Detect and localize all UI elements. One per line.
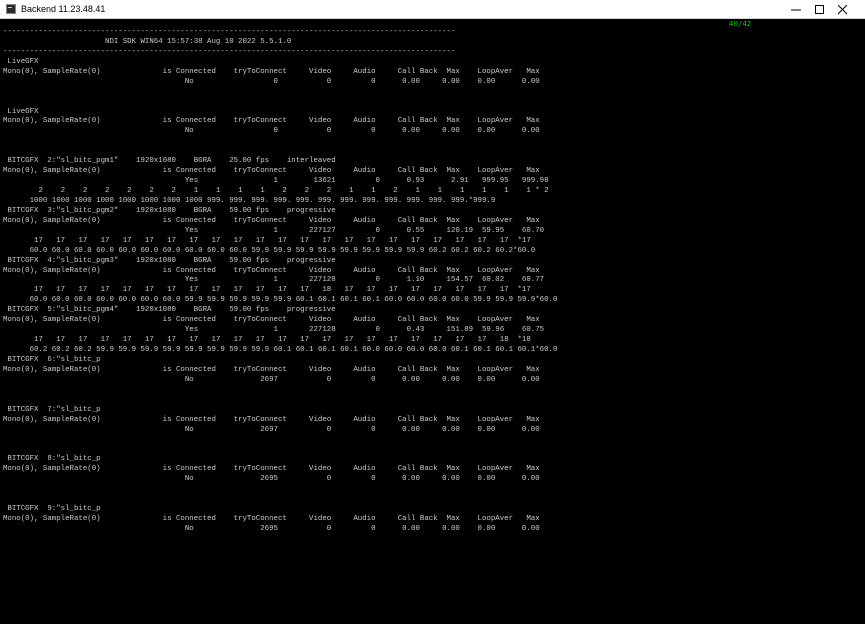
console-line: No 2695 0 0 0.00 0.00 0.00 0.00 [3, 524, 540, 533]
console-line: BITCGFX 7:"sl_bitc_p [3, 405, 101, 414]
console-line: Mono(0), SampleRate(0) is Connected tryT… [3, 514, 540, 523]
console-line: BITCGFX 2:"sl_bitc_pgm1" 1920x1080 BGRA … [3, 157, 336, 166]
console-line: Mono(0), SampleRate(0) is Connected tryT… [3, 117, 540, 126]
console-line: 1000 1000 1000 1000 1000 1000 1000 1000 … [3, 196, 496, 205]
console-line: BITCGFX 4:"sl_bitc_pgm3" 1920x1080 BGRA … [3, 256, 336, 265]
console-line: Yes 1 227127 0 0.55 120.19 59.95 60.70 [3, 226, 545, 235]
console-line: Mono(0), SampleRate(0) is Connected tryT… [3, 316, 540, 325]
console-line: BITCGFX 3:"sl_bitc_pgm2" 1920x1080 BGRA … [3, 206, 336, 215]
console-line: BITCGFX 6:"sl_bitc_p [3, 355, 101, 364]
console-line: No 0 0 0 0.00 0.00 0.00 0.00 [3, 127, 540, 136]
console-text: ----------------------------------------… [3, 28, 557, 535]
console-app-icon [6, 4, 16, 14]
frame-counter: 40/42 [729, 19, 752, 28]
console-line: 60.0 60.0 60.0 60.0 60.0 60.0 60.0 60.0 … [3, 246, 536, 255]
close-button[interactable] [820, 0, 865, 19]
window-title: Backend 11.23.48.41 [21, 4, 106, 14]
console-line: Mono(0), SampleRate(0) is Connected tryT… [3, 365, 540, 374]
console-line: No 2695 0 0 0.00 0.00 0.00 0.00 [3, 475, 540, 484]
close-icon [838, 5, 848, 15]
console-line: Mono(0), SampleRate(0) is Connected tryT… [3, 415, 540, 424]
console-line: ----------------------------------------… [3, 28, 456, 36]
console-line: 60.0 60.0 60.0 60.0 60.0 60.0 60.0 59.9 … [3, 296, 558, 305]
console-line: 60.2 60.2 60.2 59.9 59.9 59.9 59.9 59.9 … [3, 346, 558, 354]
title-bar[interactable]: Backend 11.23.48.41 [0, 0, 865, 19]
console-line: 17 17 17 17 17 17 17 17 17 17 17 17 17 1… [3, 286, 531, 295]
console-line: No 2697 0 0 0.00 0.00 0.00 0.00 [3, 375, 540, 384]
console-output-area[interactable]: 40/42 ----------------------------------… [0, 19, 865, 624]
console-line: Mono(0), SampleRate(0) is Connected tryT… [3, 167, 540, 176]
console-line: Mono(0), SampleRate(0) is Connected tryT… [3, 266, 540, 275]
console-line: 17 17 17 17 17 17 17 17 17 17 17 17 17 1… [3, 336, 531, 345]
console-line: BITCGFX 9:"sl_bitc_p [3, 505, 101, 513]
console-line: Yes 1 13621 0 0.93 2.91 999.95 999.98 [3, 177, 549, 186]
console-line: 17 17 17 17 17 17 17 17 17 17 17 17 17 1… [3, 236, 531, 245]
console-line: Mono(0), SampleRate(0) is Connected tryT… [3, 216, 540, 225]
console-line: LiveGFX [3, 107, 39, 116]
console-line: LiveGFX [3, 57, 39, 66]
console-line: No 0 0 0 0.00 0.00 0.00 0.00 [3, 77, 540, 86]
console-line: Yes 1 227128 0 1.10 154.57 60.02 60.77 [3, 276, 545, 285]
console-line: No 2697 0 0 0.00 0.00 0.00 0.00 [3, 425, 540, 434]
console-line: 2 2 2 2 2 2 2 1 1 1 1 2 2 2 1 1 2 1 1 1 … [3, 187, 549, 195]
console-line: ----------------------------------------… [3, 47, 456, 56]
console-line: Yes 1 227128 0 0.43 151.89 59.96 60.75 [3, 326, 545, 335]
console-line: BITCGFX 5:"sl_bitc_pgm4" 1920x1080 BGRA … [3, 306, 336, 315]
console-line: BITCGFX 8:"sl_bitc_p [3, 455, 101, 464]
console-line: NDI SDK WIN64 15:57:38 Aug 10 2022 5.5.1… [3, 37, 292, 46]
console-line: Mono(0), SampleRate(0) is Connected tryT… [3, 465, 540, 474]
console-line: Mono(0), SampleRate(0) is Connected tryT… [3, 67, 540, 76]
